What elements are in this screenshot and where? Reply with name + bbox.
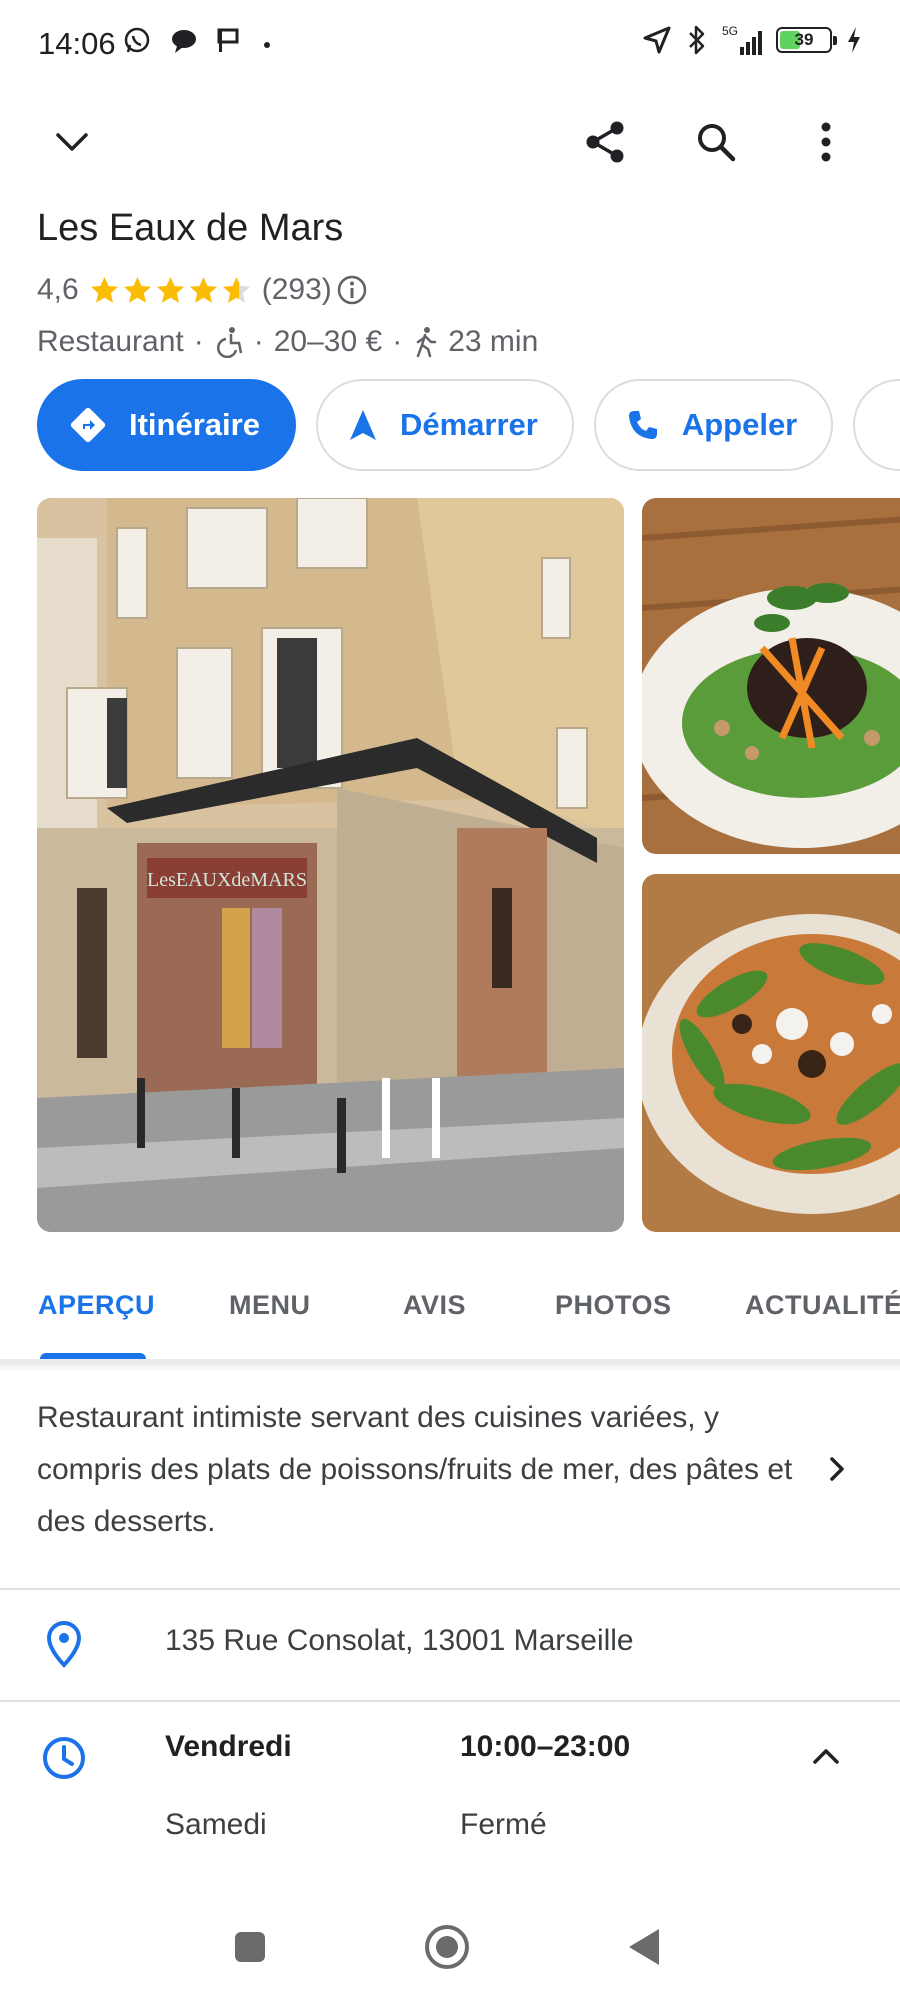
star-icon — [90, 276, 118, 303]
info-row: Restaurant · · 20–30 € · 23 min — [37, 325, 538, 359]
whatsapp-icon — [124, 27, 150, 53]
review-count: (293) — [261, 273, 332, 306]
signal-icon: 5G — [722, 25, 762, 55]
tab-overview[interactable]: APERÇU — [38, 1290, 155, 1321]
place-description[interactable]: Restaurant intimiste servant des cuisine… — [37, 1392, 797, 1548]
share-icon — [586, 121, 624, 163]
tab-updates[interactable]: ACTUALITÉ — [745, 1290, 900, 1321]
top-app-bar — [0, 100, 900, 184]
more-options-button[interactable] — [796, 112, 856, 172]
walking-icon — [416, 327, 437, 358]
phone-icon — [626, 408, 660, 442]
chevron-right-icon[interactable] — [820, 1452, 854, 1486]
status-bar: 14:06 5G 39 — [0, 0, 900, 90]
hours-row: Samedi Fermé — [165, 1808, 547, 1842]
action-chips: Itinéraire Démarrer Appeler — [37, 379, 900, 471]
recents-button[interactable] — [218, 1915, 282, 1979]
search-icon — [698, 124, 736, 162]
tab-reviews[interactable]: AVIS — [403, 1290, 466, 1321]
day-label: Samedi — [165, 1808, 267, 1841]
rating-value: 4,6 — [37, 273, 79, 306]
dish-photo-2[interactable] — [642, 874, 900, 1232]
call-button[interactable]: Appeler — [593, 379, 834, 471]
storefront-image: LesEAUXdeMARS — [37, 498, 624, 1232]
notification-icons — [122, 26, 274, 56]
star-icon — [123, 276, 151, 303]
hours-time: 10:00–23:00 — [460, 1730, 631, 1763]
active-tab-indicator — [40, 1353, 146, 1359]
charging-bolt-icon — [848, 27, 860, 53]
clock-icon — [43, 1737, 85, 1779]
rating-row[interactable]: 4,6 (293) — [37, 273, 368, 307]
home-icon — [425, 1925, 469, 1969]
dish-photo-1[interactable] — [642, 498, 900, 854]
photo-carousel[interactable]: LesEAUXdeMARS — [37, 498, 900, 1232]
network-label: 5G — [721, 24, 738, 38]
share-button[interactable] — [576, 112, 636, 172]
start-label: Démarrer — [399, 407, 538, 442]
recents-icon — [235, 1932, 265, 1962]
back-button[interactable] — [612, 1915, 676, 1979]
separator: · — [253, 325, 264, 358]
chevron-up-icon[interactable] — [808, 1738, 844, 1774]
more-actions-chip[interactable] — [853, 379, 900, 471]
dish-image-2 — [642, 874, 900, 1232]
bluetooth-icon — [689, 25, 705, 55]
flag-icon — [217, 28, 239, 52]
search-button[interactable] — [686, 112, 746, 172]
chevron-down-icon — [56, 133, 88, 151]
category-label: Restaurant — [37, 325, 184, 358]
battery-level: 39 — [794, 30, 814, 49]
walk-time: 23 min — [448, 325, 539, 358]
hours-row-today: Vendredi 10:00–23:00 — [165, 1730, 630, 1764]
start-button[interactable]: Démarrer — [315, 379, 574, 471]
back-triangle-icon — [629, 1929, 659, 1965]
call-label: Appeler — [681, 407, 798, 442]
place-tabs: APERÇU MENU AVIS PHOTOS ACTUALITÉ — [0, 1250, 900, 1362]
collapse-button[interactable] — [42, 112, 102, 172]
dot-icon — [264, 42, 270, 48]
system-navigation-bar — [0, 1895, 900, 2000]
system-icons: 5G 39 — [642, 24, 862, 56]
info-icon[interactable] — [336, 274, 368, 306]
separator: · — [392, 325, 403, 358]
wheelchair-icon — [216, 327, 242, 358]
more-vert-icon — [821, 122, 831, 162]
address-row[interactable]: 135 Rue Consolat, 13001 Marseille — [0, 1590, 900, 1700]
dish-image-1 — [642, 498, 900, 854]
hours-time: Fermé — [460, 1808, 547, 1841]
tabs-shadow — [0, 1362, 900, 1372]
star-icon — [189, 276, 217, 303]
separator: · — [193, 325, 204, 358]
location-arrow-icon — [643, 26, 671, 54]
tab-menu[interactable]: MENU — [229, 1290, 311, 1321]
directions-icon — [69, 406, 107, 444]
chat-bubble-icon — [172, 30, 196, 53]
storefront-photo[interactable]: LesEAUXdeMARS — [37, 498, 624, 1232]
directions-label: Itinéraire — [129, 407, 260, 442]
location-pin-icon — [46, 1620, 82, 1668]
rating-stars — [89, 275, 252, 306]
tab-photos[interactable]: PHOTOS — [555, 1290, 672, 1321]
place-title: Les Eaux de Mars — [37, 207, 344, 249]
directions-button[interactable]: Itinéraire — [37, 379, 296, 471]
price-range: 20–30 € — [273, 325, 383, 358]
battery-icon: 39 — [776, 27, 837, 53]
navigation-arrow-icon — [348, 408, 378, 442]
opening-hours[interactable]: Vendredi 10:00–23:00 Samedi Fermé — [0, 1702, 900, 1912]
home-button[interactable] — [415, 1915, 479, 1979]
star-icon — [222, 276, 250, 303]
storefront-sign-text: LesEAUXdeMARS — [147, 869, 307, 891]
star-icon — [156, 276, 184, 303]
address-text: 135 Rue Consolat, 13001 Marseille — [165, 1624, 634, 1657]
status-time: 14:06 — [38, 26, 116, 61]
day-label: Vendredi — [165, 1730, 292, 1763]
